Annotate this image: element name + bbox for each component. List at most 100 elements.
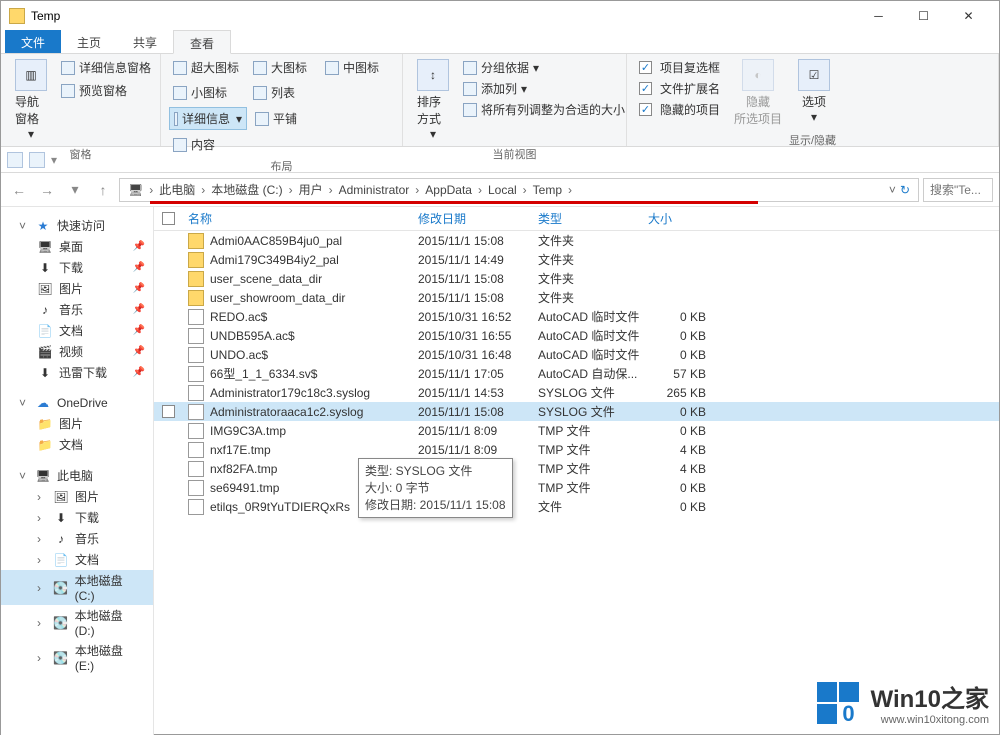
breadcrumb-item[interactable]: Administrator [335, 183, 414, 197]
chk-icon [639, 103, 652, 116]
folder-icon [188, 271, 204, 287]
col-size[interactable]: 大小 [642, 210, 712, 227]
row-checkbox[interactable] [154, 405, 182, 418]
sidebar-item[interactable]: ♪音乐📌 [1, 299, 153, 320]
tab-view[interactable]: 查看 [173, 30, 231, 54]
sidebar-item[interactable]: 🖼图片📌 [1, 278, 153, 299]
file-ext-toggle[interactable]: 文件扩展名 [635, 78, 724, 99]
layout-md[interactable]: 中图标 [321, 57, 389, 78]
breadcrumb-item[interactable]: 本地磁盘 (C:) [207, 181, 286, 198]
chevron-right-icon[interactable]: › [287, 183, 295, 197]
chevron-right-icon[interactable]: › [566, 183, 574, 197]
layout-details[interactable]: 详细信息▾ [169, 107, 247, 130]
qat-icon[interactable] [7, 152, 23, 168]
file-row[interactable]: 66型_1_1_6334.sv$ 2015/11/1 17:05 AutoCAD… [154, 364, 999, 383]
back-button[interactable]: ← [7, 178, 31, 202]
preview-pane-button[interactable]: 预览窗格 [57, 80, 155, 101]
sidebar-item[interactable]: 📁图片 [1, 413, 153, 434]
forward-button[interactable]: → [35, 178, 59, 202]
sidebar-item[interactable]: ›♪音乐 [1, 528, 153, 549]
breadcrumb-item[interactable]: Local [484, 183, 521, 197]
refresh-button[interactable]: ↻ [900, 183, 910, 197]
col-type[interactable]: 类型 [532, 210, 642, 227]
chevron-down-icon[interactable]: ˅ [889, 183, 896, 197]
file-row[interactable]: UNDB595A.ac$ 2015/10/31 16:55 AutoCAD 临时… [154, 326, 999, 345]
layout-list[interactable]: 列表 [249, 82, 317, 103]
up-button[interactable]: ↑ [91, 178, 115, 202]
tab-share[interactable]: 共享 [117, 30, 173, 53]
sidebar-item[interactable]: 🎬视频📌 [1, 341, 153, 362]
sidebar-item[interactable]: ›⬇下载 [1, 507, 153, 528]
sidebar-this-pc[interactable]: ˅🖥此电脑 [1, 465, 153, 486]
chevron-right-icon[interactable]: › [413, 183, 421, 197]
add-columns-button[interactable]: 添加列 ▾ [459, 78, 629, 99]
sidebar-item[interactable]: 📄文档📌 [1, 320, 153, 341]
qat-icon[interactable] [29, 152, 45, 168]
layout-xl[interactable]: 超大图标 [169, 57, 245, 78]
chevron-right-icon[interactable]: › [327, 183, 335, 197]
minimize-button[interactable]: ─ [856, 1, 901, 30]
item-checkboxes-toggle[interactable]: 项目复选框 [635, 57, 724, 78]
chevron-right-icon: › [37, 553, 47, 567]
close-button[interactable]: ✕ [946, 1, 991, 30]
layout-sm[interactable]: 小图标 [169, 82, 245, 103]
breadcrumb-item[interactable]: 用户 [295, 181, 327, 198]
nav-pane-button[interactable]: ▥ 导航窗格 ▾ [9, 57, 53, 143]
file-row[interactable]: etilqs_0R9tYuTDIERQxRs 2015/11/1 14:54 文… [154, 497, 999, 516]
file-row[interactable]: Administratoraaca1c2.syslog 2015/11/1 15… [154, 402, 999, 421]
sidebar-onedrive[interactable]: ˅☁OneDrive [1, 393, 153, 413]
fit-columns-button[interactable]: 将所有列调整为合适的大小 [459, 99, 629, 120]
breadcrumb-item[interactable]: AppData [421, 183, 476, 197]
chevron-right-icon[interactable]: › [476, 183, 484, 197]
chevron-right-icon[interactable]: › [199, 183, 207, 197]
search-input[interactable] [923, 178, 993, 202]
tab-home[interactable]: 主页 [61, 30, 117, 53]
breadcrumb[interactable]: 🖥 › 此电脑› 本地磁盘 (C:)› 用户› Administrator› A… [119, 178, 919, 202]
file-row[interactable]: Administrator179c18c3.syslog 2015/11/1 1… [154, 383, 999, 402]
chevron-right-icon[interactable]: › [147, 183, 155, 197]
layout-lg[interactable]: 大图标 [249, 57, 317, 78]
file-row[interactable]: Admi0AAC859B4ju0_pal 2015/11/1 15:08 文件夹 [154, 231, 999, 250]
file-row[interactable]: nxf82FA.tmp 2015/11/1 8:02 TMP 文件 4 KB [154, 459, 999, 478]
maximize-button[interactable]: ☐ [901, 1, 946, 30]
tab-file[interactable]: 文件 [5, 30, 61, 53]
breadcrumb-item[interactable]: Temp [529, 183, 566, 197]
sidebar-item[interactable]: 🖥桌面📌 [1, 236, 153, 257]
col-date[interactable]: 修改日期 [412, 210, 532, 227]
layout-tiles[interactable]: 平铺 [251, 107, 327, 130]
layout-content[interactable]: 内容 [169, 134, 237, 155]
recent-button[interactable]: ▾ [63, 178, 87, 202]
file-row[interactable]: user_showroom_data_dir 2015/11/1 15:08 文… [154, 288, 999, 307]
file-row[interactable]: Admi179C349B4iy2_pal 2015/11/1 14:49 文件夹 [154, 250, 999, 269]
sidebar-drive[interactable]: ›💽本地磁盘 (C:) [1, 570, 153, 605]
details-pane-button[interactable]: 详细信息窗格 [57, 57, 155, 78]
chevron-down-icon[interactable]: ▾ [51, 153, 57, 167]
hidden-items-toggle[interactable]: 隐藏的项目 [635, 99, 724, 120]
file-row[interactable]: IMG9C3A.tmp 2015/11/1 8:09 TMP 文件 0 KB [154, 421, 999, 440]
file-row[interactable]: se69491.tmp 2011/7/8 15:36 TMP 文件 0 KB [154, 478, 999, 497]
details-icon [174, 112, 178, 126]
sidebar-item[interactable]: ›🖼图片 [1, 486, 153, 507]
sidebar-item[interactable]: ⬇下载📌 [1, 257, 153, 278]
sidebar-item[interactable]: 📁文档 [1, 434, 153, 455]
file-type: AutoCAD 临时文件 [532, 346, 642, 363]
file-row[interactable]: user_scene_data_dir 2015/11/1 15:08 文件夹 [154, 269, 999, 288]
sort-button[interactable]: ↕ 排序方式 ▾ [411, 57, 455, 143]
select-all-checkbox[interactable] [154, 212, 182, 225]
sidebar-drive[interactable]: ›💽本地磁盘 (D:) [1, 605, 153, 640]
pin-icon: 📌 [133, 262, 145, 273]
pin-icon: 📌 [133, 241, 145, 252]
sidebar-item[interactable]: ›📄文档 [1, 549, 153, 570]
chevron-right-icon[interactable]: › [521, 183, 529, 197]
file-row[interactable]: UNDO.ac$ 2015/10/31 16:48 AutoCAD 临时文件 0… [154, 345, 999, 364]
breadcrumb-item[interactable]: 此电脑 [155, 181, 199, 198]
group-by-button[interactable]: 分组依据 ▾ [459, 57, 629, 78]
sidebar-item[interactable]: ⬇迅雷下载📌 [1, 362, 153, 383]
options-button[interactable]: ☑ 选项 ▾ [792, 57, 836, 129]
chevron-down-icon: ˅ [19, 219, 29, 233]
sidebar-drive[interactable]: ›💽本地磁盘 (E:) [1, 640, 153, 675]
sidebar-quick-access[interactable]: ˅★快速访问 [1, 215, 153, 236]
col-name[interactable]: 名称 [182, 210, 412, 227]
file-row[interactable]: nxf17E.tmp 2015/11/1 8:09 TMP 文件 4 KB [154, 440, 999, 459]
file-row[interactable]: REDO.ac$ 2015/10/31 16:52 AutoCAD 临时文件 0… [154, 307, 999, 326]
